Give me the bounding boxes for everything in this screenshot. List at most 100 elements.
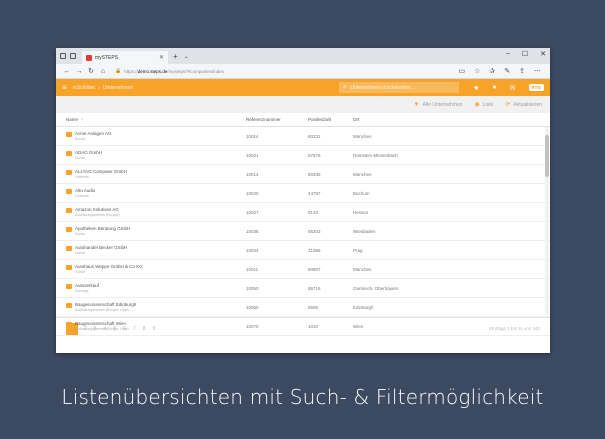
back-icon[interactable]: ← — [61, 68, 73, 75]
favicon-icon — [86, 54, 92, 61]
company-name[interactable]: Baugenossenschaft Edinburgh — [75, 302, 136, 307]
cell-plz: 65203 — [308, 228, 321, 234]
company-type: Kunde — [75, 270, 86, 274]
scrollbar[interactable] — [545, 127, 549, 315]
more-icon[interactable]: ⋯ — [534, 67, 541, 75]
pen-icon[interactable]: ✎ — [504, 67, 510, 75]
refresh-label: Aktualisieren — [513, 102, 542, 108]
favorites-list-icon[interactable]: ✰ — [489, 67, 495, 75]
company-name[interactable]: Amazon Solutions AG — [75, 207, 119, 212]
url-field[interactable]: 🔒 https:// demo.steps.de /mysteps/#/comp… — [115, 68, 458, 74]
company-name-block: Amazon Solutions AG Ausbildungsbetrieb (E… — [75, 207, 119, 217]
reload-icon[interactable]: ↻ — [85, 67, 97, 75]
company-type: Lieferant — [75, 194, 89, 198]
minimize-icon[interactable]: – — [506, 50, 510, 58]
table-row[interactable]: Acme Anlagen AG Kunde 10014 80331 München — [56, 127, 550, 146]
star-icon[interactable]: ★ — [473, 84, 479, 92]
table-body: Acme Anlagen AG Kunde 10014 80331 München ADA… — [56, 127, 550, 336]
table-header: Name ↑ Referenznummer Postleitzahl Ort — [56, 113, 550, 127]
cell-name: Alto Audio Lieferant — [66, 188, 246, 198]
table-row[interactable]: Baugenossenschaft Edinburgh Ausbildungsbe… — [56, 298, 550, 317]
lock-icon: 🔒 — [115, 68, 122, 74]
cell-ort: Bochum — [353, 190, 370, 196]
folder-icon — [66, 284, 72, 289]
new-tab-icon[interactable]: + — [173, 52, 178, 61]
company-type: Kunde — [75, 156, 86, 160]
window-controls: – ☐ ✕ — [506, 50, 546, 58]
column-name-label: Name — [66, 117, 79, 122]
company-name[interactable]: Autohandel Becker GmbH — [75, 245, 127, 250]
browser-tab-strip: mySTEPS ✕ + ⌄ – ☐ ✕ — [56, 48, 550, 64]
reading-view-icon[interactable]: ▭ — [458, 67, 465, 75]
cell-ref: 10011 — [246, 266, 259, 272]
company-name[interactable]: ADAG GmbH — [75, 150, 102, 155]
cell-ref: 10027 — [246, 209, 259, 215]
table-row[interactable]: Amazon Solutions AG Ausbildungsbetrieb (E… — [56, 203, 550, 222]
notification-icon[interactable]: ● — [492, 84, 496, 91]
search-icon: ⌕ — [343, 84, 347, 90]
browser-tab[interactable]: mySTEPS ✕ — [82, 51, 168, 64]
company-name-block: Baugenossenschaft Edinburgh Ausbildungsbe… — [75, 302, 136, 312]
folder-icon — [66, 132, 72, 137]
all-companies-filter[interactable]: ▼ Alle Unternehmen — [414, 102, 463, 108]
table-row[interactable]: Alto Audio Lieferant 10030 44787 Bochum — [56, 184, 550, 203]
company-type: Lieferant — [75, 175, 89, 179]
company-name[interactable]: Apotheken Beratung GmbH — [75, 226, 130, 231]
column-header-ort[interactable]: Ort — [353, 117, 540, 122]
cell-name: Autoverkauf Sonstige — [66, 283, 246, 293]
close-window-icon[interactable]: ✕ — [540, 50, 546, 58]
table-row[interactable]: ALLTAG Computer GmbH Lieferant 10014 80335 M… — [56, 165, 550, 184]
company-name[interactable]: Acme Anlagen AG — [75, 131, 112, 136]
list-view-button[interactable]: ◉ Liste — [475, 101, 494, 108]
company-name[interactable]: ALLTAG Computer GmbH — [75, 169, 127, 174]
maximize-icon[interactable]: ☐ — [522, 50, 528, 58]
tab-history-icon[interactable] — [70, 53, 76, 59]
search-input[interactable]: ⌕ Unternehmen durchsuchen... — [339, 82, 460, 93]
cell-ort: München — [353, 171, 372, 177]
table-row[interactable]: Autohandel Becker GmbH Kunde 10044 41065 Pra… — [56, 241, 550, 260]
folder-icon — [66, 151, 72, 156]
sort-arrow-icon: ↑ — [81, 117, 84, 122]
menu-icon[interactable]: ≡ — [62, 83, 67, 92]
table-row[interactable]: ADAG GmbH Kunde 10021 67678 Ramstein-Miesenb… — [56, 146, 550, 165]
url-prefix: https:// — [124, 68, 138, 74]
tab-actions-icon[interactable] — [60, 53, 66, 59]
company-type: Kunde — [75, 232, 86, 236]
browser-actions: ▭ ☆ ✰ ✎ ⇪ ⋯ — [458, 67, 541, 75]
chevron-down-icon[interactable]: ⌄ — [184, 53, 189, 60]
company-type: Kunde — [75, 251, 86, 255]
cell-plz: 1010 — [308, 323, 319, 329]
table-row[interactable]: Autohaus Weppe GmbH & Co KG Kunde 10011 808… — [56, 260, 550, 279]
cell-name: Baugenossenschaft Wien Ausbildungsbetrieb… — [66, 321, 246, 331]
company-name[interactable]: Autoverkauf — [75, 283, 99, 288]
cell-ref: 10060 — [246, 304, 259, 310]
cell-ort: Wien — [353, 323, 364, 329]
column-header-ref[interactable]: Referenznummer — [246, 117, 308, 122]
user-avatar[interactable]: RTG — [528, 84, 544, 91]
company-name[interactable]: Autohaus Weppe GmbH & Co KG — [75, 264, 143, 269]
folder-icon — [66, 189, 72, 194]
forward-icon[interactable]: → — [73, 68, 85, 75]
cell-plz: 80807 — [308, 266, 321, 272]
table-row[interactable]: Apotheken Beratung GmbH Kunde 10038 65203 Wi… — [56, 222, 550, 241]
cell-name: Acme Anlagen AG Kunde — [66, 131, 246, 141]
company-name[interactable]: Baugenossenschaft Wien — [75, 321, 129, 326]
column-header-plz[interactable]: Postleitzahl — [308, 117, 353, 122]
cell-ref: 10050 — [246, 285, 259, 291]
company-type: Sonstige — [75, 289, 89, 293]
refresh-button[interactable]: ⟳ Aktualisieren — [505, 101, 542, 108]
share-icon[interactable]: ⇪ — [519, 67, 525, 75]
company-name[interactable]: Alto Audio — [75, 188, 95, 193]
close-tab-icon[interactable]: ✕ — [159, 54, 164, 61]
column-header-name[interactable]: Name ↑ — [66, 117, 246, 122]
table-row[interactable]: Baugenossenschaft Wien Ausbildungsbetrieb… — [56, 317, 550, 336]
favorite-star-icon[interactable]: ☆ — [474, 67, 480, 75]
cell-ort: Garmisch, Oberbayern — [353, 285, 399, 291]
cell-plz: 8132 — [308, 209, 319, 215]
folder-icon — [66, 322, 72, 327]
scrollbar-thumb[interactable] — [545, 135, 549, 177]
home-icon[interactable]: ⌂ — [97, 68, 109, 75]
mail-icon[interactable]: ✉ — [510, 84, 516, 92]
breadcrumb-root[interactable]: mSchlüter — [73, 85, 96, 91]
table-row[interactable]: Autoverkauf Sonstige 10050 85716 Garmisch, O… — [56, 279, 550, 298]
